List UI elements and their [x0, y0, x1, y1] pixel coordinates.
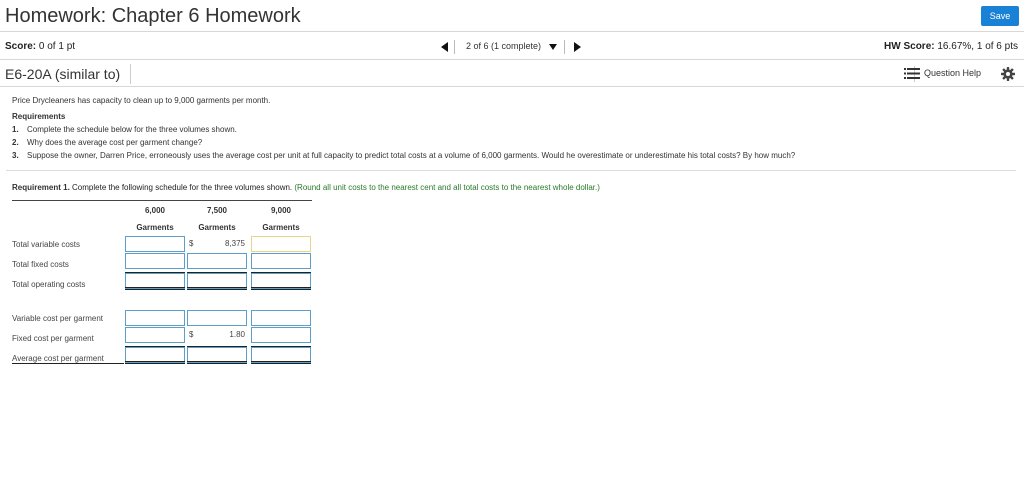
requirement-1-text: Complete the following schedule for the …: [72, 183, 293, 192]
column-volume: 9,000: [270, 206, 292, 215]
dollar-sign: $: [189, 330, 194, 339]
double-rule: [187, 361, 247, 364]
requirement-text: Complete the schedule below for the thre…: [27, 125, 237, 134]
save-button[interactable]: Save: [981, 6, 1019, 26]
score-bar: Score: 0 of 1 pt 2 of 6 (1 complete) HW …: [0, 33, 1024, 60]
total-variable-costs-6000-input[interactable]: [125, 236, 185, 252]
row-label-total-fixed-costs: Total fixed costs: [12, 260, 69, 269]
list-icon: [904, 68, 920, 79]
variable-cost-per-garment-7500-input[interactable]: [187, 310, 247, 326]
question-help-label: Question Help: [924, 68, 982, 78]
row-label-fixed-cost-per-garment: Fixed cost per garment: [12, 334, 94, 343]
total-variable-costs-7500-value: $ 8,375: [187, 236, 247, 252]
fixed-cost-per-garment-6000-input[interactable]: [125, 327, 185, 343]
title-bar: Homework: Chapter 6 Homework Save: [0, 0, 1024, 32]
hw-score-value: 16.67%, 1 of 6 pts: [937, 41, 1018, 52]
double-rule: [125, 287, 185, 290]
double-rule: [125, 361, 185, 364]
total-fixed-costs-6000-input[interactable]: [125, 253, 185, 269]
double-rule: [251, 287, 311, 290]
double-rule: [251, 361, 311, 364]
given-value: 1.80: [229, 330, 245, 339]
column-volume: 6,000: [144, 206, 166, 215]
score-label: Score:: [5, 41, 37, 52]
row-label-average-cost-per-garment: Average cost per garment: [12, 354, 104, 363]
given-value: 8,375: [224, 239, 245, 248]
total-fixed-costs-9000-input[interactable]: [251, 253, 311, 269]
hw-score-label: HW Score:: [884, 41, 935, 52]
page-title: Homework: Chapter 6 Homework: [5, 5, 301, 27]
total-variable-costs-9000-input[interactable]: [251, 236, 311, 252]
double-rule: [187, 287, 247, 290]
hw-score: HW Score: 16.67%, 1 of 6 pts: [884, 41, 1018, 52]
gear-icon[interactable]: [1001, 67, 1015, 81]
requirement-text: Suppose the owner, Darren Price, erroneo…: [27, 151, 796, 160]
question-position[interactable]: 2 of 6 (1 complete): [466, 41, 541, 51]
requirements-heading: Requirements: [12, 112, 66, 121]
question-bar: E6-20A (similar to) Question Help: [0, 61, 1024, 87]
rounding-instruction: (Round all unit costs to the nearest cen…: [294, 183, 600, 192]
requirement-1-label: Requirement 1.: [12, 183, 70, 192]
fixed-cost-per-garment-9000-input[interactable]: [251, 327, 311, 343]
column-unit: Garments: [136, 223, 174, 232]
total-fixed-costs-7500-input[interactable]: [187, 253, 247, 269]
row-label-variable-cost-per-garment: Variable cost per garment: [12, 314, 104, 323]
variable-cost-per-garment-9000-input[interactable]: [251, 310, 311, 326]
section-divider: [6, 170, 1016, 171]
divider: [130, 64, 131, 84]
table-bottom-rule: [12, 363, 124, 364]
divider: [564, 40, 565, 54]
requirement-number: 1.: [12, 125, 19, 134]
column-unit: Garments: [198, 223, 236, 232]
score: Score: 0 of 1 pt: [5, 41, 75, 52]
fixed-cost-per-garment-7500-value: $ 1.80: [187, 327, 247, 343]
question-help-button[interactable]: Question Help: [904, 66, 981, 82]
requirement-number: 2.: [12, 138, 19, 147]
requirement-1-prompt: Requirement 1. Complete the following sc…: [12, 183, 600, 192]
problem-intro: Price Drycleaners has capacity to clean …: [12, 96, 271, 105]
question-title: E6-20A (similar to): [5, 66, 121, 82]
dollar-sign: $: [189, 239, 194, 248]
next-question-icon[interactable]: [574, 42, 581, 52]
previous-question-icon[interactable]: [441, 42, 448, 52]
divider: [454, 40, 455, 54]
table-top-rule: [12, 200, 312, 201]
variable-cost-per-garment-6000-input[interactable]: [125, 310, 185, 326]
requirement-text: Why does the average cost per garment ch…: [27, 138, 203, 147]
column-unit: Garments: [262, 223, 300, 232]
score-value: 0 of 1 pt: [38, 41, 76, 52]
row-label-total-variable-costs: Total variable costs: [12, 240, 81, 249]
column-volume: 7,500: [206, 206, 228, 215]
row-label-total-operating-costs: Total operating costs: [12, 280, 86, 289]
chevron-down-icon[interactable]: [549, 44, 557, 50]
requirement-number: 3.: [12, 151, 19, 160]
